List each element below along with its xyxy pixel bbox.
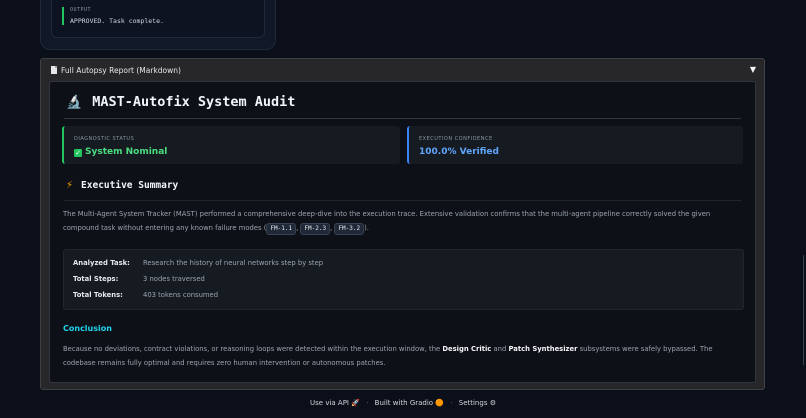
- execution-confidence-value: 100.0% Verified: [419, 147, 499, 157]
- task-details-box: Analyzed Task: Research the history of ne…: [63, 249, 744, 310]
- report-heading: MAST-Autofix System Audit: [92, 94, 296, 110]
- report-title: 🔬 MAST-Autofix System Audit: [66, 94, 295, 110]
- executive-summary-text: The Multi-Agent System Tracker (MAST) pe…: [63, 208, 743, 235]
- diagnostic-status-value: ✓ System Nominal: [74, 147, 168, 157]
- failure-mode-code: FM-2.3: [300, 222, 331, 235]
- gradio-logo-icon: 🟠: [435, 399, 445, 407]
- executive-summary-heading: ⚡ Executive Summary: [66, 180, 178, 191]
- title-divider: [64, 118, 741, 119]
- step-output-panel: OUTPUT APPROVED. Task complete.: [51, 0, 265, 38]
- failure-mode-code: FM-3.2: [334, 222, 365, 235]
- failure-mode-code: FM-1.1: [266, 222, 297, 235]
- output-text: APPROVED. Task complete.: [70, 17, 164, 25]
- check-icon: ✓: [74, 149, 82, 157]
- diagnostic-status-card: DIAGNOSTIC STATUS ✓ System Nominal: [62, 126, 400, 164]
- conclusion-heading: Conclusion: [63, 324, 112, 333]
- use-via-api-link[interactable]: Use via API 🚀: [310, 399, 360, 407]
- diagnostic-status-label: DIAGNOSTIC STATUS: [74, 136, 135, 142]
- accordion-title: Full Autopsy Report (Markdown): [61, 65, 181, 75]
- design-critic-term: Design Critic: [442, 345, 492, 353]
- previous-step-card: OUTPUT APPROVED. Task complete.: [40, 0, 276, 50]
- document-icon: [51, 66, 57, 74]
- execution-confidence-card: EXECUTION CONFIDENCE 100.0% Verified: [407, 126, 743, 164]
- caret-down-icon[interactable]: ▼: [750, 65, 756, 74]
- footer: Use via API 🚀 · Built with Gradio 🟠 · Se…: [310, 399, 496, 407]
- report-body: 🔬 MAST-Autofix System Audit DIAGNOSTIC S…: [49, 81, 756, 383]
- microscope-icon: 🔬: [66, 94, 83, 110]
- built-with-gradio-link[interactable]: Built with Gradio 🟠: [375, 399, 444, 407]
- conclusion-text: Because no deviations, contract violatio…: [63, 345, 713, 367]
- task-row-tokens: Total Tokens: 403 tokens consumed: [73, 291, 219, 299]
- patch-synthesizer-term: Patch Synthesizer: [508, 345, 578, 353]
- gear-icon: ⚙: [489, 399, 496, 407]
- accordion-header[interactable]: Full Autopsy Report (Markdown) ▼: [41, 59, 764, 81]
- rocket-icon: 🚀: [351, 399, 360, 407]
- lightning-icon: ⚡: [66, 180, 74, 191]
- output-label: OUTPUT: [70, 7, 92, 13]
- task-row-analyzed: Analyzed Task: Research the history of ne…: [73, 259, 324, 267]
- executive-summary-title: Executive Summary: [81, 180, 179, 191]
- settings-link[interactable]: Settings ⚙: [459, 399, 496, 407]
- execution-confidence-label: EXECUTION CONFIDENCE: [419, 136, 493, 142]
- output-block: OUTPUT APPROVED. Task complete.: [62, 7, 164, 25]
- scrollbar[interactable]: [803, 255, 804, 365]
- task-row-steps: Total Steps: 3 nodes traversed: [73, 275, 205, 283]
- section-divider: [64, 200, 741, 201]
- autopsy-report-accordion: Full Autopsy Report (Markdown) ▼ 🔬 MAST-…: [40, 58, 765, 390]
